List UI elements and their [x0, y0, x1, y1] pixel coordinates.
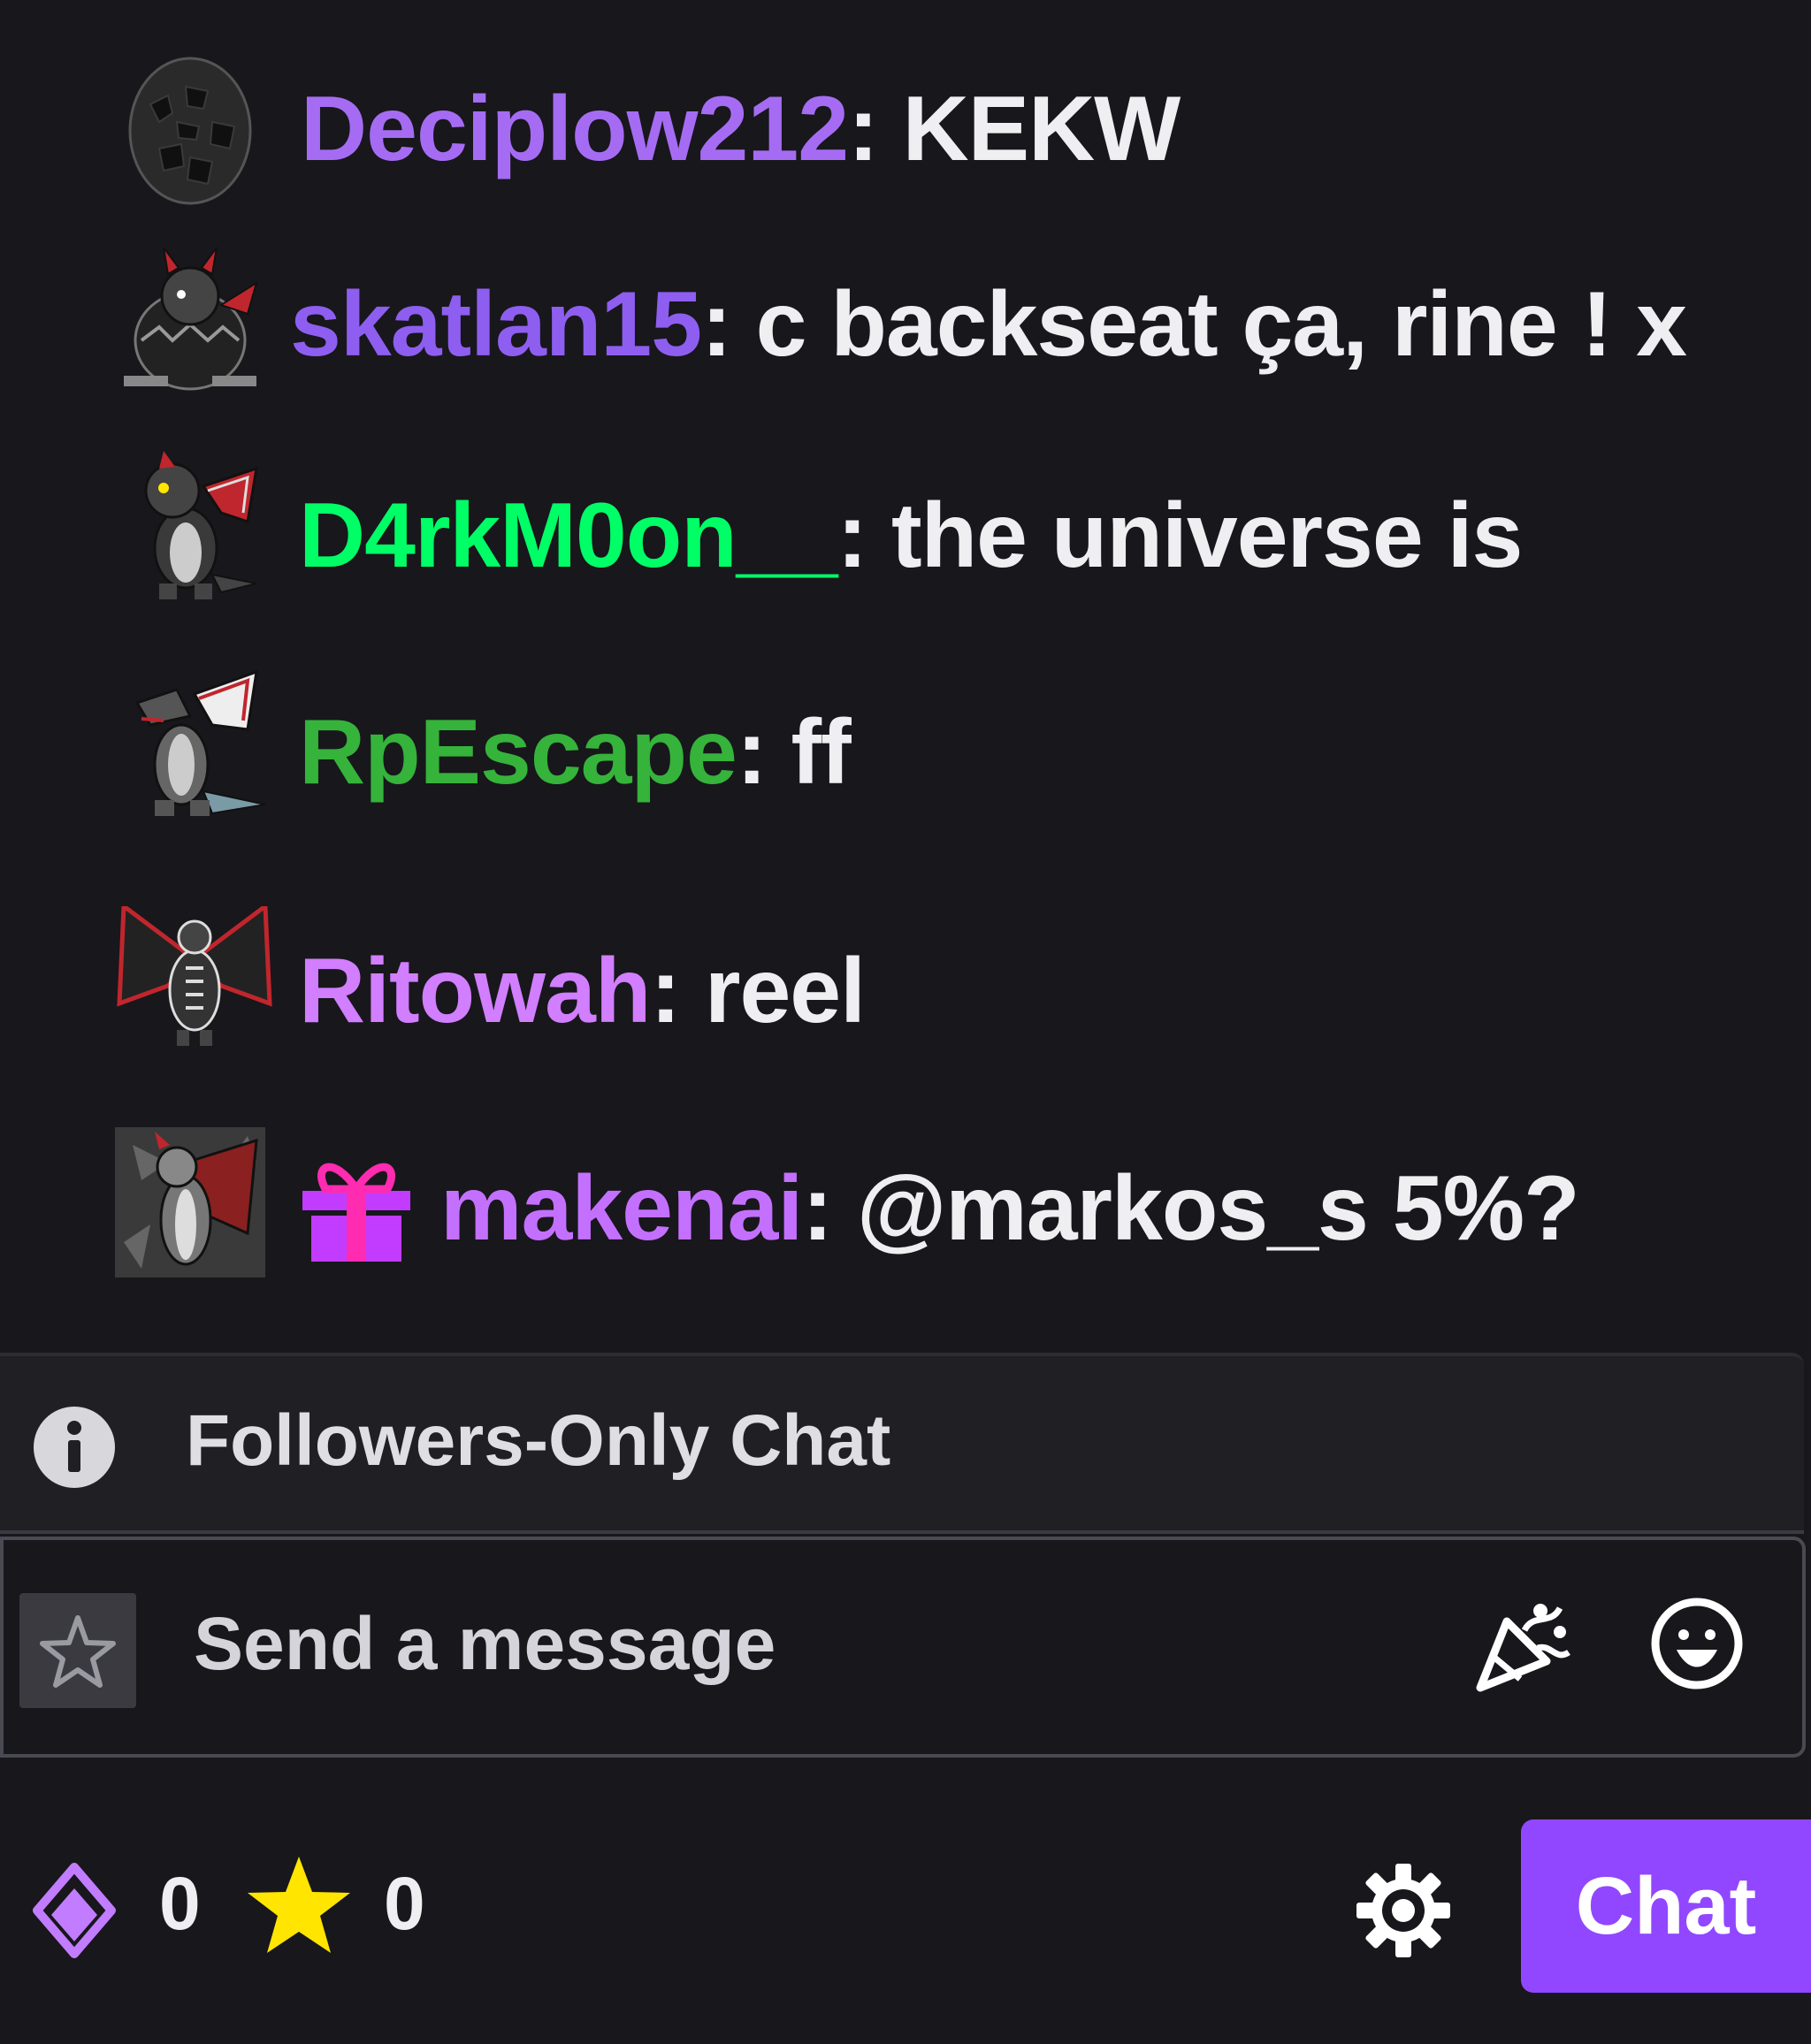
chat-message: RpEscape: ff — [0, 667, 1811, 827]
channel-points-count: 0 — [159, 1862, 201, 1945]
notice-label: Followers-Only Chat — [186, 1400, 891, 1481]
followers-only-notice: Followers-Only Chat — [0, 1353, 1804, 1534]
username[interactable]: skatlan15 — [290, 273, 702, 376]
separator: : — [837, 484, 867, 587]
username[interactable]: D4rkM0on__ — [299, 484, 837, 587]
dragon-portrait-avatar[interactable] — [115, 1127, 265, 1278]
chat-message: Deciplow212: KEKW — [0, 44, 1811, 205]
separator: : — [802, 1157, 833, 1260]
info-icon — [34, 1407, 115, 1488]
username[interactable]: Deciplow212 — [301, 78, 849, 180]
hatching-dragon-avatar[interactable] — [115, 243, 265, 393]
username[interactable]: Ritowah — [299, 940, 651, 1042]
message-text: the universe is — [891, 484, 1523, 587]
chat-send-button[interactable]: Chat — [1521, 1819, 1811, 1993]
message-line: skatlan15: c backseat ça, rine ! x — [290, 271, 1687, 378]
party-popper-icon[interactable] — [1471, 1595, 1573, 1697]
chat-footer: 0 0 Chat — [0, 1804, 1811, 2044]
username[interactable]: RpEscape — [299, 701, 737, 804]
separator: : — [848, 78, 879, 180]
channel-points-icon[interactable] — [32, 1862, 117, 1959]
message-text: @markos_s 5%? — [856, 1157, 1580, 1260]
gift-icon[interactable] — [299, 1155, 414, 1262]
message-line: Deciplow212: KEKW — [301, 76, 1181, 182]
message-placeholder[interactable]: Send a message — [194, 1595, 776, 1692]
message-text: c backseat ça, rine ! x — [755, 273, 1687, 376]
chat-message: D4rkM0on__: the universe is — [0, 451, 1811, 610]
emote-picker-icon[interactable] — [1648, 1595, 1746, 1692]
star-count: 0 — [384, 1862, 425, 1945]
separator: : — [650, 940, 681, 1042]
baby-dragon-avatar[interactable] — [115, 451, 265, 601]
separator: : — [701, 273, 732, 376]
chat-message: Ritowah: reel — [0, 906, 1811, 1065]
grey-dragon-avatar[interactable] — [115, 667, 265, 818]
chat-message: makenai: @markos_s 5%? — [0, 1127, 1811, 1286]
message-line: makenai: @markos_s 5%? — [299, 1155, 1580, 1262]
black-egg-avatar[interactable] — [124, 51, 256, 207]
message-line: RpEscape: ff — [299, 699, 852, 805]
chat-input[interactable]: Send a message — [0, 1537, 1806, 1758]
winged-dragon-avatar[interactable] — [115, 906, 274, 1048]
message-line: D4rkM0on__: the universe is — [299, 483, 1523, 589]
chat-message: skatlan15: c backseat ça, rine ! x — [0, 243, 1811, 402]
star-outline-icon — [40, 1615, 116, 1688]
separator: : — [736, 701, 768, 804]
message-text: reel — [704, 940, 866, 1042]
chat-identity-button[interactable] — [19, 1593, 136, 1708]
settings-gear-icon[interactable] — [1355, 1862, 1452, 1959]
chat-message-list: Deciplow212: KEKW skatlan15: c backseat … — [0, 0, 1811, 1335]
username[interactable]: makenai — [440, 1157, 803, 1260]
message-text: KEKW — [902, 78, 1181, 180]
star-icon[interactable] — [246, 1853, 352, 1959]
message-line: Ritowah: reel — [299, 938, 866, 1044]
message-text: ff — [791, 701, 851, 804]
